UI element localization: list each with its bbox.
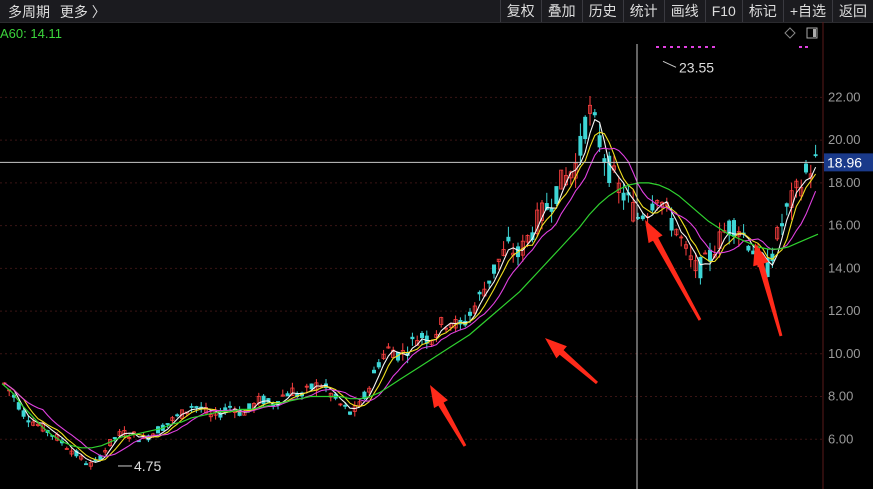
candle-body <box>780 223 785 227</box>
crosshair-price-label: 18.96 <box>827 154 862 170</box>
max-pointer <box>662 60 677 68</box>
candle-body <box>813 154 818 157</box>
ma5-line <box>4 118 817 463</box>
candle-body <box>650 203 655 211</box>
candle-body <box>491 264 496 274</box>
candle-body <box>549 207 554 212</box>
annotation-arrow <box>645 220 702 321</box>
ma20-line <box>4 147 817 458</box>
candle-body <box>784 203 789 207</box>
candle-body <box>376 362 381 368</box>
candle-body <box>804 163 809 173</box>
candle-body <box>419 332 424 338</box>
candlestick-chart[interactable]: 6.00 8.00 10.00 12.00 14.00 16.00 18.00 20.00 22… <box>0 0 873 489</box>
y-tick-label: 14.00 <box>828 260 861 275</box>
ma60-line <box>1 182 819 449</box>
candle-body <box>506 236 511 242</box>
candle-body <box>16 402 21 410</box>
candle-body <box>708 249 713 262</box>
candle-body <box>698 256 703 279</box>
candle-body <box>487 280 492 284</box>
candle-body <box>21 410 26 417</box>
candle-body <box>669 217 674 231</box>
y-tick-label: 22.00 <box>828 89 861 104</box>
annotation-arrow <box>430 385 467 447</box>
candle-body <box>285 393 290 397</box>
candle-body <box>112 437 117 440</box>
candle-body <box>189 406 194 408</box>
y-tick-label: 6.00 <box>828 431 853 446</box>
y-tick-label: 20.00 <box>828 132 861 147</box>
y-tick-label: 8.00 <box>828 389 853 404</box>
ma10-line <box>4 131 817 462</box>
candle-body <box>347 411 352 415</box>
candle-body <box>578 135 583 156</box>
candle-body <box>194 406 199 409</box>
candle-body <box>592 112 597 116</box>
candle-body <box>26 420 31 423</box>
candle-body <box>84 463 89 466</box>
candle-body <box>165 423 170 425</box>
candle-body <box>583 116 588 140</box>
candle-body <box>597 135 602 148</box>
y-tick-label: 12.00 <box>828 303 861 318</box>
candle-body <box>247 403 252 410</box>
min-price-label: 4.75 <box>134 458 161 474</box>
candle-body <box>261 395 266 405</box>
candle-body <box>477 291 482 295</box>
max-price-label: 23.55 <box>679 59 714 75</box>
candle-body <box>621 192 626 201</box>
candle-body <box>343 404 348 407</box>
candle-body <box>309 383 314 390</box>
candle-body <box>640 215 645 220</box>
y-tick-label: 16.00 <box>828 218 861 233</box>
candle-body <box>410 336 415 340</box>
candle-body <box>554 186 559 204</box>
candle-body <box>371 369 376 374</box>
annotation-arrow <box>545 338 598 385</box>
y-tick-label: 10.00 <box>828 346 861 361</box>
candle-body <box>227 405 232 408</box>
candle-body <box>467 311 472 316</box>
candle-body <box>175 414 180 417</box>
candle-body <box>746 245 751 251</box>
y-tick-label: 18.00 <box>828 175 861 190</box>
